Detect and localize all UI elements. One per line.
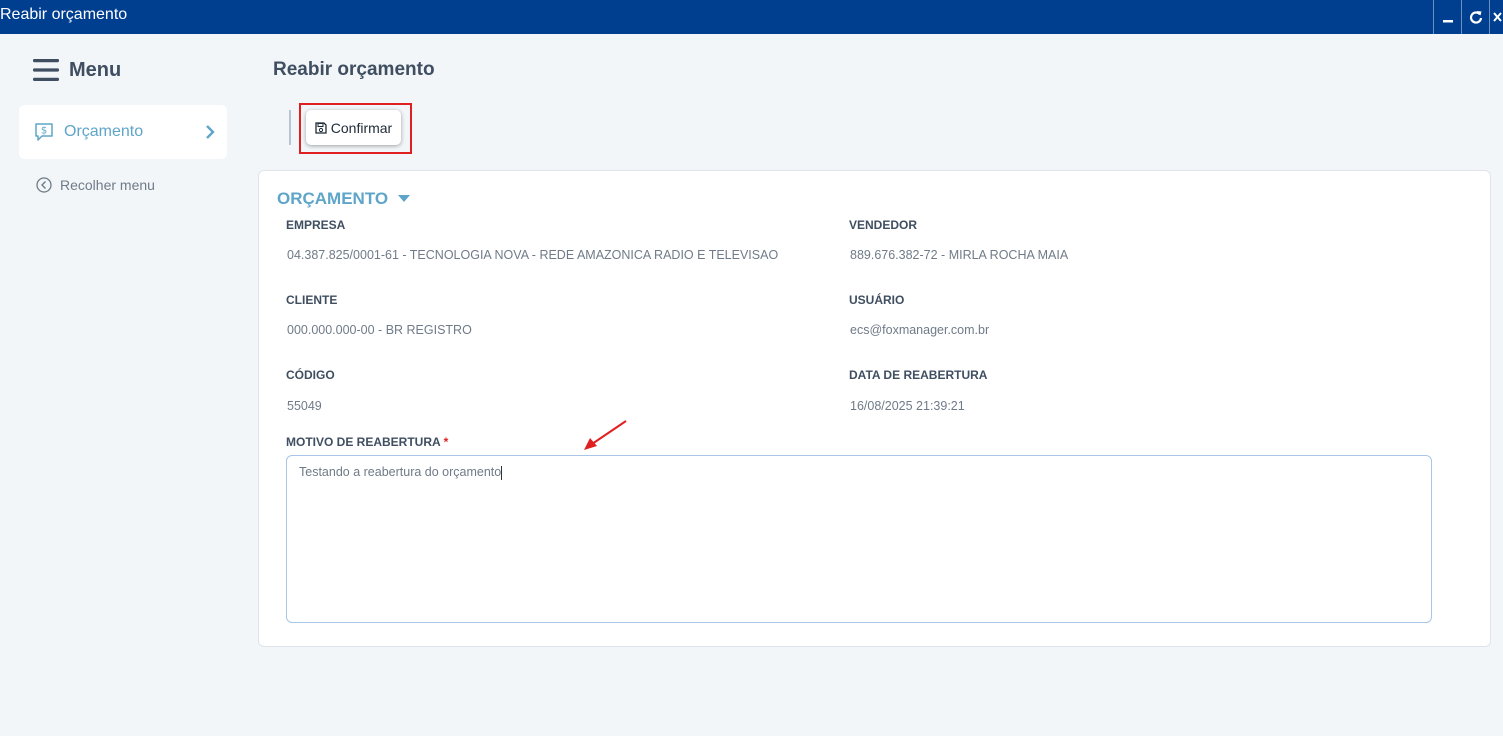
empresa-label: EMPRESA [286,218,346,232]
chevron-right-icon [206,125,215,139]
codigo-label: CÓDIGO [286,368,335,382]
caret-down-icon [398,195,411,203]
motivo-label-text: MOTIVO DE REABERTURA [286,435,441,449]
motivo-label: MOTIVO DE REABERTURA * [286,435,448,449]
sidebar-item-label: Orçamento [64,123,144,140]
cliente-label: CLIENTE [286,293,338,307]
refresh-button[interactable] [1461,0,1489,34]
toolbar-divider [289,110,291,145]
text-cursor [501,465,503,480]
minimize-icon [1442,20,1453,23]
empresa-value: 04.387.825/0001-61 - TECNOLOGIA NOVA - R… [287,248,779,262]
usuario-label: USUÁRIO [849,293,905,307]
menu-toggle[interactable]: Menu [33,56,121,84]
close-icon [1492,12,1502,22]
hamburger-icon [33,59,59,81]
required-mark: * [443,435,449,449]
menu-label: Menu [69,58,122,81]
svg-text:$: $ [41,126,47,137]
data-reabertura-value: 16/08/2025 21:39:21 [850,399,965,413]
motivo-text: Testando a reabertura do orçamento [299,465,502,479]
vendedor-value: 889.676.382-72 - MIRLA ROCHA MAIA [850,248,1069,262]
window-titlebar: Reabir orçamento [0,0,1503,34]
window-title: Reabir orçamento [0,6,128,23]
collapse-menu-label: Recolher menu [60,177,155,193]
motivo-textarea[interactable]: Testando a reabertura do orçamento [286,455,1432,623]
dollar-chat-icon: $ [35,123,53,141]
confirm-label: Confirmar [330,119,393,136]
cliente-value: 000.000.000-00 - BR REGISTRO [287,323,472,337]
sidebar: Menu $ Orçamento Recolher menu [0,34,245,736]
collapse-menu-link[interactable]: Recolher menu [36,177,155,193]
close-button[interactable] [1489,0,1503,34]
vendedor-label: VENDEDOR [849,218,918,232]
data-reabertura-label: DATA DE REABERTURA [849,368,988,382]
save-icon [315,121,327,134]
codigo-value: 55049 [287,399,322,413]
section-toggle[interactable]: ORÇAMENTO [277,189,411,209]
confirm-button[interactable]: Confirmar [306,110,401,145]
sidebar-item-orcamento[interactable]: $ Orçamento [19,105,227,159]
section-title: ORÇAMENTO [277,189,389,208]
chevron-left-circle-icon [36,177,52,193]
page-title: Reabir orçamento [273,59,435,80]
usuario-value: ecs@foxmanager.com.br [850,323,990,337]
refresh-icon [1469,11,1482,24]
orcamento-card: ORÇAMENTO EMPRESA 04.387.825/0001-61 - T… [258,170,1491,647]
minimize-button[interactable] [1433,0,1461,34]
annotation-arrow-icon [584,420,627,450]
